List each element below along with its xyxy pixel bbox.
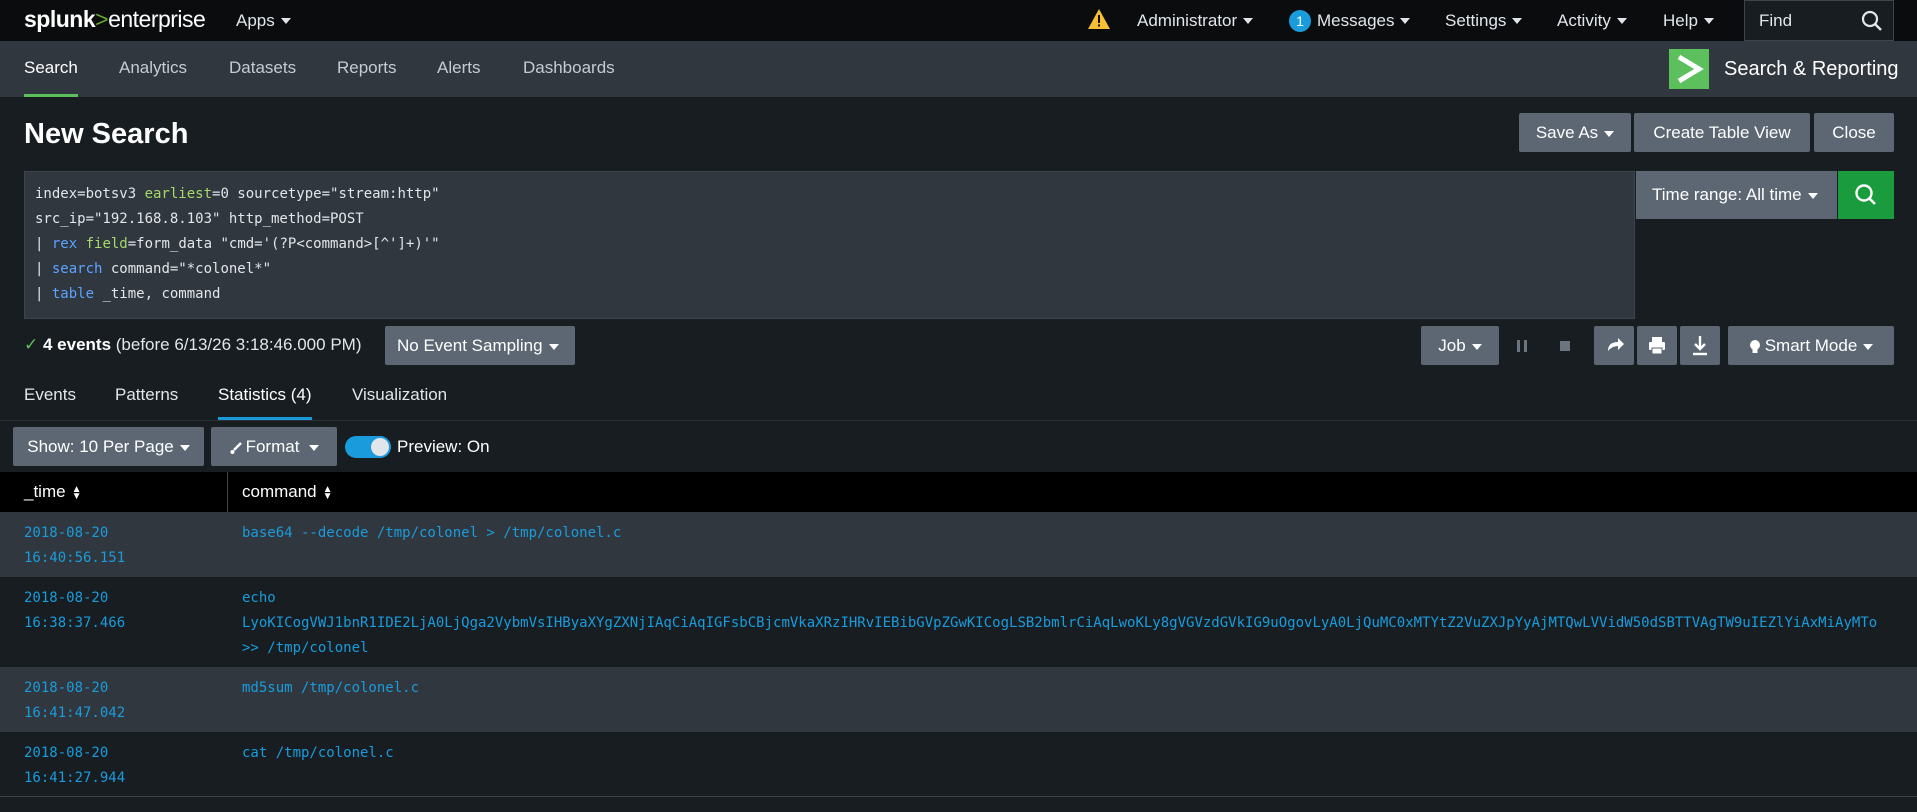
query-line: index=botsv3 earliest=0 sourcetype="stre… bbox=[35, 186, 440, 202]
share-icon bbox=[1608, 338, 1624, 351]
search-icon bbox=[1855, 184, 1876, 205]
event-count[interactable]: 4 events bbox=[43, 335, 111, 354]
settings-menu[interactable]: Settings bbox=[1445, 0, 1523, 41]
command-cell[interactable]: cat /tmp/colonel.c bbox=[242, 741, 1917, 766]
run-search-button[interactable] bbox=[1838, 171, 1894, 219]
chevron-down-icon bbox=[280, 17, 291, 24]
query-line: | search command="*colonel*" bbox=[35, 261, 272, 277]
create-table-view-button[interactable]: Create Table View bbox=[1634, 113, 1810, 152]
column-header-command[interactable]: command ▲ ▼ bbox=[242, 472, 333, 512]
apps-menu[interactable]: Apps bbox=[236, 0, 291, 41]
tab-patterns[interactable]: Patterns bbox=[115, 376, 178, 420]
app-title[interactable]: Search & Reporting bbox=[1724, 41, 1899, 97]
column-separator bbox=[227, 472, 228, 512]
time-range-picker[interactable]: Time range: All time bbox=[1636, 171, 1837, 219]
messages-count-badge: 1 bbox=[1289, 9, 1311, 32]
time-cell[interactable]: 2018-08-20 16:41:27.944 bbox=[24, 741, 214, 791]
chevron-down-icon bbox=[1863, 343, 1874, 350]
table-row: 2018-08-20 16:40:56.151 base64 --decode /… bbox=[0, 512, 1917, 577]
page-title: New Search bbox=[24, 118, 189, 150]
activity-menu[interactable]: Activity bbox=[1557, 0, 1627, 41]
query-line: src_ip="192.168.8.103" http_method=POST bbox=[35, 211, 364, 227]
app-logo-icon bbox=[1669, 49, 1709, 89]
job-menu-button[interactable]: Job bbox=[1421, 326, 1499, 365]
divider bbox=[0, 420, 1917, 421]
sort-icon: ▲ ▼ bbox=[71, 483, 82, 502]
tab-alerts[interactable]: Alerts bbox=[437, 41, 480, 97]
chevron-down-icon bbox=[1512, 17, 1523, 24]
chevron-down-icon bbox=[1703, 17, 1714, 24]
chevron-down-icon bbox=[1616, 17, 1627, 24]
time-cell[interactable]: 2018-08-20 16:41:47.042 bbox=[24, 676, 214, 726]
event-sampling-dropdown[interactable]: No Event Sampling bbox=[385, 326, 575, 365]
command-cell[interactable]: echo LyoKICogVWJ1bnR1IDE2LjA0LjQga2VybmVs… bbox=[242, 586, 1917, 661]
search-icon[interactable] bbox=[1861, 10, 1883, 32]
chevron-down-icon bbox=[1471, 343, 1482, 350]
tab-visualization[interactable]: Visualization bbox=[352, 376, 447, 420]
help-menu[interactable]: Help bbox=[1663, 0, 1714, 41]
chevron-down-icon bbox=[179, 444, 190, 451]
table-row: 2018-08-20 16:38:37.466 echo LyoKICogVWJ1b… bbox=[0, 577, 1917, 667]
save-as-button[interactable]: Save As bbox=[1519, 113, 1631, 152]
chevron-down-icon bbox=[548, 343, 559, 350]
tab-analytics[interactable]: Analytics bbox=[119, 41, 187, 97]
column-header-time[interactable]: _time ▲ ▼ bbox=[24, 472, 81, 512]
app-bar: Search Analytics Datasets Reports Alerts… bbox=[0, 41, 1917, 97]
query-line: | table _time, command bbox=[35, 286, 221, 302]
sort-icon: ▲ ▼ bbox=[322, 483, 333, 502]
chevron-down-icon bbox=[1400, 17, 1411, 24]
table-row: 2018-08-20 16:41:27.944 cat /tmp/colonel.… bbox=[0, 732, 1917, 797]
tab-search[interactable]: Search bbox=[24, 41, 78, 97]
chevron-down-icon bbox=[1604, 130, 1615, 137]
warning-icon[interactable] bbox=[1087, 8, 1111, 30]
tab-events[interactable]: Events bbox=[24, 376, 76, 420]
pause-icon[interactable] bbox=[1515, 339, 1529, 353]
stop-icon[interactable] bbox=[1558, 339, 1572, 353]
table-header: _time ▲ ▼ command ▲ ▼ bbox=[0, 472, 1917, 512]
print-button[interactable] bbox=[1637, 326, 1677, 365]
splunk-logo[interactable]: splunk>enterprise bbox=[24, 6, 206, 33]
event-count-status: ✓ 4 events (before 6/13/26 3:18:46.000 P… bbox=[24, 335, 362, 354]
search-mode-dropdown[interactable]: Smart Mode bbox=[1728, 326, 1894, 365]
format-dropdown[interactable]: Format bbox=[211, 427, 337, 466]
messages-menu[interactable]: 1 Messages bbox=[1289, 0, 1411, 41]
paintbrush-icon bbox=[230, 441, 242, 454]
chevron-down-icon bbox=[1243, 17, 1254, 24]
search-query-editor[interactable]: index=botsv3 earliest=0 sourcetype="stre… bbox=[24, 171, 1635, 319]
preview-label: Preview: On bbox=[397, 437, 490, 456]
download-icon bbox=[1693, 336, 1707, 356]
tab-statistics[interactable]: Statistics (4) bbox=[218, 376, 312, 420]
print-icon bbox=[1649, 337, 1665, 355]
find-input[interactable]: Find bbox=[1744, 0, 1894, 41]
share-button[interactable] bbox=[1594, 326, 1634, 365]
export-button[interactable] bbox=[1680, 326, 1720, 365]
chevron-down-icon bbox=[309, 444, 320, 451]
per-page-dropdown[interactable]: Show: 10 Per Page bbox=[13, 427, 204, 466]
preview-toggle[interactable] bbox=[345, 436, 391, 458]
chevron-down-icon bbox=[1807, 192, 1818, 199]
administrator-menu[interactable]: Administrator bbox=[1137, 0, 1254, 41]
command-cell[interactable]: md5sum /tmp/colonel.c bbox=[242, 676, 1917, 701]
tab-reports[interactable]: Reports bbox=[337, 41, 397, 97]
toggle-knob bbox=[371, 438, 389, 456]
lightbulb-icon bbox=[1749, 339, 1760, 353]
tab-dashboards[interactable]: Dashboards bbox=[523, 41, 615, 97]
time-cell[interactable]: 2018-08-20 16:38:37.466 bbox=[24, 586, 214, 636]
command-cell[interactable]: base64 --decode /tmp/colonel > /tmp/colo… bbox=[242, 521, 1917, 546]
time-cell[interactable]: 2018-08-20 16:40:56.151 bbox=[24, 521, 214, 571]
top-bar: splunk>enterprise Apps Administrator 1 Me… bbox=[0, 0, 1917, 41]
close-button[interactable]: Close bbox=[1814, 113, 1894, 152]
checkmark-icon: ✓ bbox=[24, 335, 39, 354]
query-line: | rex field=form_data "cmd='(?P<command>… bbox=[35, 236, 440, 252]
table-row: 2018-08-20 16:41:47.042 md5sum /tmp/colon… bbox=[0, 667, 1917, 732]
tab-datasets[interactable]: Datasets bbox=[229, 41, 296, 97]
